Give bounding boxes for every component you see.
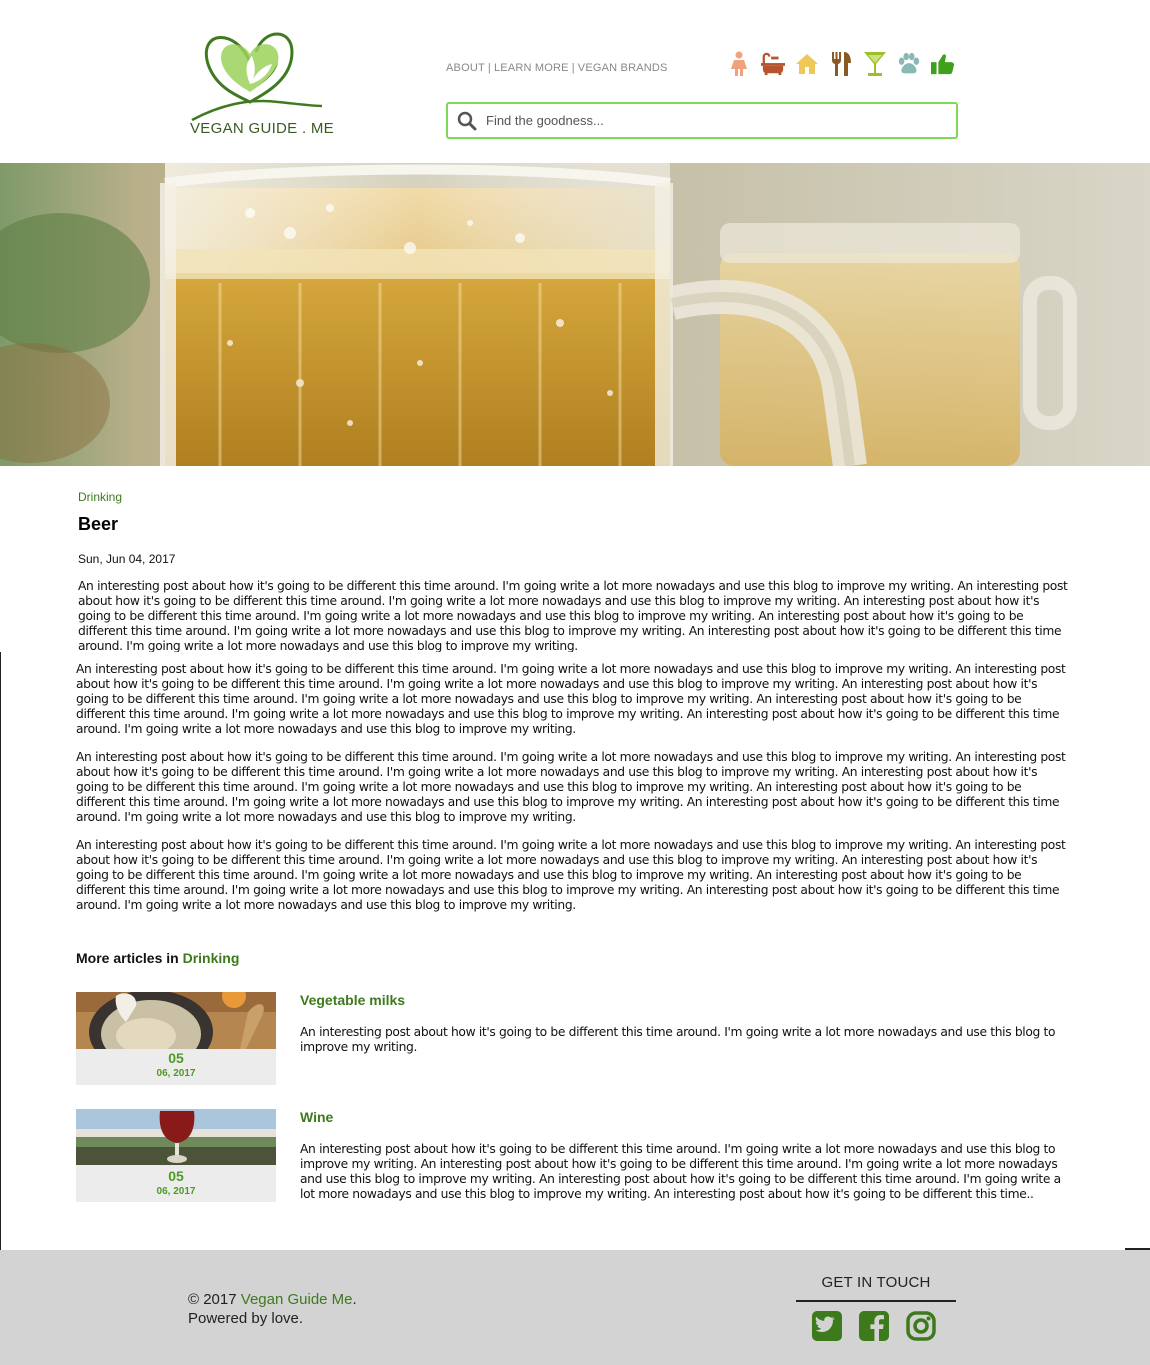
- site-header: VEGAN GUIDE . ME ABOUT | LEARN MORE | VEGAN …: [0, 0, 1150, 163]
- beer-mug-image: [0, 163, 1150, 466]
- search-icon[interactable]: [448, 104, 486, 137]
- related-article-day: 05: [168, 1050, 184, 1066]
- footer-tagline: Powered by love.: [188, 1310, 304, 1327]
- paw-icon[interactable]: [897, 50, 921, 78]
- category-icon-bar: [727, 48, 965, 80]
- site-footer: © 2017 Vegan Guide Me. Powered by love. …: [0, 1250, 1150, 1365]
- related-article-month-year: 06, 2017: [156, 1186, 196, 1197]
- related-article-excerpt: An interesting post about how it's going…: [300, 1025, 1056, 1054]
- copyright: © 2017 Vegan Guide Me. Powered by love.: [188, 1290, 357, 1328]
- bathtub-icon[interactable]: [761, 50, 785, 78]
- copyright-prefix: © 2017: [188, 1291, 237, 1308]
- footer-brand-link[interactable]: Vegan Guide Me: [241, 1291, 353, 1308]
- instagram-icon[interactable]: [906, 1311, 938, 1343]
- top-nav: ABOUT | LEARN MORE | VEGAN BRANDS: [446, 62, 668, 74]
- logo-text: VEGAN GUIDE . ME: [190, 120, 334, 137]
- hero-image: [0, 163, 1150, 466]
- article-title: Beer: [78, 514, 119, 534]
- related-article-thumbnail[interactable]: 05 06, 2017: [76, 1109, 276, 1202]
- copyright-period: .: [352, 1291, 357, 1308]
- nav-about-link[interactable]: ABOUT: [446, 62, 485, 74]
- social-links: [812, 1311, 953, 1343]
- article-paragraph: An interesting post about how it's going…: [76, 750, 1066, 824]
- wine-glass-image: [76, 1109, 276, 1165]
- heart-leaf-logo-icon: [191, 32, 323, 122]
- nav-learn-more-link[interactable]: LEARN MORE: [494, 62, 569, 74]
- article-paragraph: An interesting post about how it's going…: [78, 579, 1068, 652]
- article-paragraph: An interesting post about how it's going…: [76, 662, 1066, 736]
- article-paragraph: An interesting post about how it's going…: [76, 838, 1066, 912]
- fork-knife-icon[interactable]: [829, 50, 853, 78]
- twitter-icon[interactable]: [812, 1311, 844, 1343]
- search-bar: [446, 102, 958, 139]
- home-icon[interactable]: [795, 50, 819, 78]
- search-input[interactable]: [486, 105, 926, 136]
- related-article-title[interactable]: Wine: [300, 1109, 333, 1125]
- divider: [796, 1300, 956, 1302]
- nav-separator: |: [571, 62, 575, 74]
- vegetable-milk-image: [76, 992, 276, 1049]
- more-articles-heading: More articles in Drinking: [76, 950, 239, 966]
- site-logo[interactable]: VEGAN GUIDE . ME: [188, 22, 334, 140]
- woman-icon[interactable]: [727, 50, 751, 78]
- related-article-thumbnail[interactable]: 05 06, 2017: [76, 992, 276, 1085]
- related-article-day: 05: [168, 1168, 184, 1184]
- cocktail-icon[interactable]: [863, 50, 887, 78]
- article-date: Sun, Jun 04, 2017: [78, 552, 176, 566]
- more-articles-category-link[interactable]: Drinking: [183, 950, 240, 966]
- related-article-excerpt: An interesting post about how it's going…: [300, 1142, 1061, 1201]
- thumbs-up-icon[interactable]: [931, 50, 955, 78]
- facebook-icon[interactable]: [859, 1311, 891, 1343]
- more-articles-label: More articles in: [76, 950, 179, 966]
- nav-vegan-brands-link[interactable]: VEGAN BRANDS: [578, 62, 668, 74]
- nav-separator: |: [487, 62, 491, 74]
- article-category-link[interactable]: Drinking: [78, 490, 122, 504]
- divider: [0, 652, 1, 1250]
- related-article-title[interactable]: Vegetable milks: [300, 992, 405, 1008]
- get-in-touch-heading: GET IN TOUCH: [821, 1274, 931, 1291]
- related-article-month-year: 06, 2017: [156, 1068, 196, 1079]
